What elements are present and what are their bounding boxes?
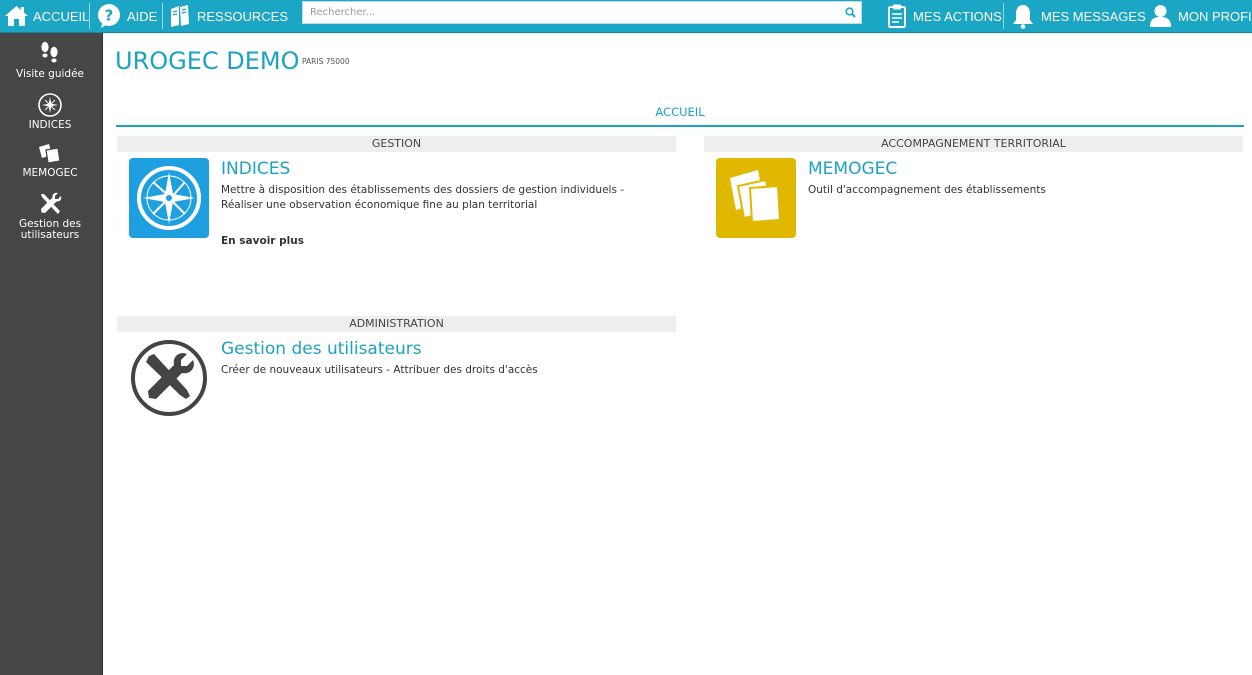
card-description-gestion-utilisateurs: Créer de nouveaux utilisateurs - Attribu… [221, 364, 538, 376]
nav-my-actions[interactable]: MES ACTIONS [887, 0, 1002, 32]
sidebar-item-gestion-utilisateurs[interactable]: Gestion des utilisateurs [0, 191, 100, 241]
org-location: PARIS 75000 [302, 57, 350, 66]
card-title-memogec[interactable]: MEMOGEC [808, 159, 897, 179]
wrench-screwdriver-icon [0, 191, 100, 217]
main-content: UROGEC DEMO PARIS 75000 ACCUEIL GESTION … [104, 33, 1252, 675]
clipboard-icon [887, 3, 907, 29]
nav-divider [89, 3, 90, 29]
sidebar-item-label: Visite guidée [16, 68, 84, 80]
user-icon [1149, 4, 1172, 28]
nav-help[interactable]: ? AIDE [96, 0, 157, 32]
nav-help-label: AIDE [127, 8, 158, 24]
card-description-indices: Mettre à disposition des établissements … [221, 184, 625, 211]
nav-my-messages[interactable]: MES MESSAGES [1011, 0, 1146, 32]
learn-more-link[interactable]: En savoir plus [221, 235, 304, 247]
page-title: UROGEC DEMO [115, 47, 300, 75]
search-box [302, 1, 862, 24]
search-icon[interactable] [839, 2, 861, 23]
compass-icon[interactable] [129, 158, 209, 238]
nav-resources[interactable]: RESSOURCES [169, 0, 288, 32]
papers-icon [0, 142, 100, 166]
home-icon [4, 5, 29, 27]
nav-my-actions-label: MES ACTIONS [913, 8, 1002, 24]
section-header-accompagnement: ACCOMPAGNEMENT TERRITORIAL [704, 136, 1243, 152]
papers-icon[interactable] [716, 158, 796, 238]
nav-my-profile[interactable]: MON PROFIL [1149, 0, 1252, 32]
help-icon: ? [96, 3, 122, 29]
nav-home-label: ACCUEIL [33, 8, 90, 24]
card-title-indices[interactable]: INDICES [221, 159, 290, 179]
nav-divider [162, 3, 163, 29]
nav-my-profile-label: MON PROFIL [1178, 8, 1252, 24]
books-icon [169, 4, 191, 28]
sidebar-item-indices[interactable]: INDICES [0, 92, 100, 131]
top-navigation-bar: ACCUEIL ? AIDE RESSOURCES MES ACTIONS ME… [0, 0, 1252, 33]
card-title-gestion-utilisateurs[interactable]: Gestion des utilisateurs [221, 339, 422, 359]
tab-accueil[interactable]: ACCUEIL [116, 105, 1244, 119]
compass-icon [0, 92, 100, 118]
bell-icon [1011, 3, 1035, 29]
search-input[interactable] [303, 2, 839, 23]
footprints-icon [0, 41, 100, 67]
nav-divider [1003, 3, 1004, 29]
nav-my-messages-label: MES MESSAGES [1041, 8, 1146, 24]
nav-resources-label: RESSOURCES [197, 8, 289, 24]
section-header-administration: ADMINISTRATION [117, 316, 676, 332]
sidebar-item-label: INDICES [28, 119, 72, 131]
card-description-memogec: Outil d'accompagnement des établissement… [808, 184, 1046, 196]
sidebar-item-label: MEMOGEC [22, 167, 78, 179]
tab-underline [116, 125, 1244, 127]
section-header-gestion: GESTION [117, 136, 676, 152]
svg-text:?: ? [105, 7, 114, 25]
sidebar: Visite guidée INDICES MEMOGEC Gestion de… [0, 33, 103, 675]
sidebar-item-label: Gestion des utilisateurs [18, 218, 82, 241]
sidebar-item-memogec[interactable]: MEMOGEC [0, 142, 100, 179]
wrench-screwdriver-icon[interactable] [129, 338, 209, 418]
nav-home[interactable]: ACCUEIL [4, 0, 89, 32]
sidebar-item-visite-guidee[interactable]: Visite guidée [0, 41, 100, 80]
